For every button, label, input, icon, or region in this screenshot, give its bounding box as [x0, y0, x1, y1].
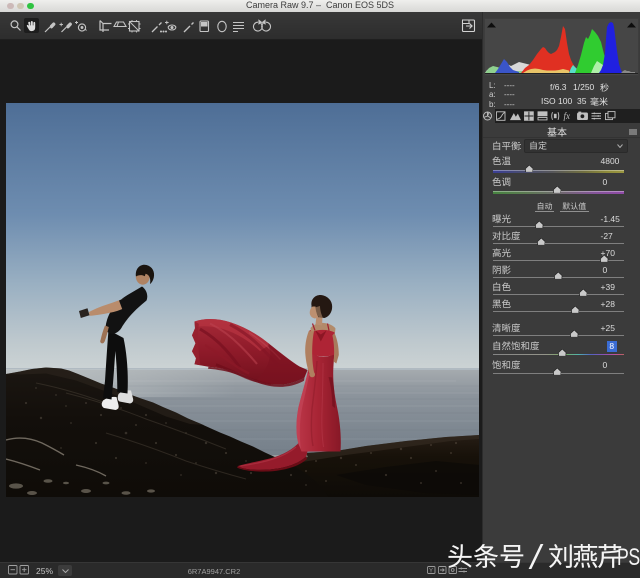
svg-text:Y: Y — [429, 568, 433, 574]
svg-text:fx: fx — [564, 111, 571, 121]
